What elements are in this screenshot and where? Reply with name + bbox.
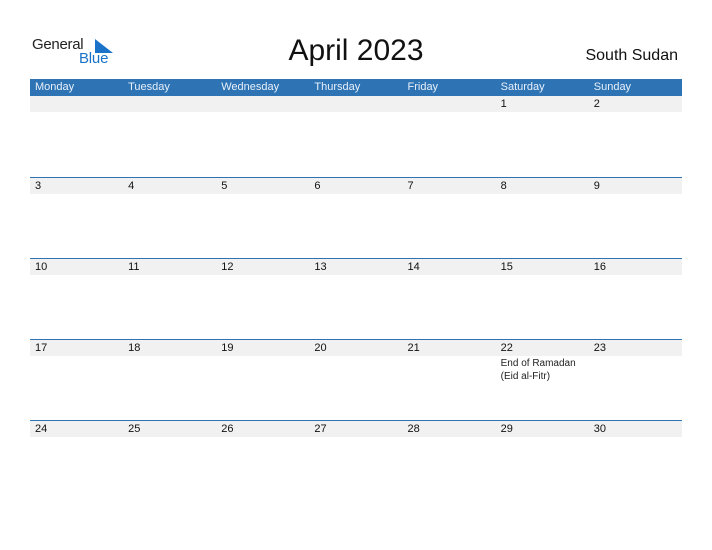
day-number: 30 — [593, 423, 606, 435]
day-cell: 5 — [216, 178, 309, 194]
day-number: 15 — [500, 261, 513, 273]
weekday-tuesday: Tuesday — [128, 81, 170, 93]
day-cell: 28 — [403, 421, 496, 437]
day-cell: 14 — [403, 259, 496, 275]
day-cell: 26 — [216, 421, 309, 437]
calendar-grid: Monday Tuesday Wednesday Thursday Friday… — [30, 79, 682, 501]
day-number: 6 — [314, 180, 321, 192]
day-number: 9 — [593, 180, 600, 192]
weekday-header: Monday Tuesday Wednesday Thursday Friday… — [30, 79, 682, 96]
day-number: 11 — [128, 261, 140, 273]
day-cell: 2 — [589, 96, 682, 112]
day-number: 3 — [35, 180, 42, 192]
week-row: 3 4 5 6 7 8 9 — [30, 177, 682, 258]
day-number: 17 — [35, 342, 48, 354]
date-band: 10 11 12 13 14 15 16 — [30, 259, 682, 275]
day-cell: 1 — [496, 96, 589, 112]
week-row: 10 11 12 13 14 15 16 — [30, 258, 682, 339]
week-row: 17 18 19 20 21 22 End of Ramadan (Eid al-Fitr)… — [30, 339, 682, 420]
week-row: 24 25 26 27 28 29 30 — [30, 420, 682, 501]
day-cell: 11 — [123, 259, 216, 275]
day-cell: 15 — [496, 259, 589, 275]
day-number: 16 — [593, 261, 606, 273]
day-cell: 10 — [30, 259, 123, 275]
day-cell: 8 — [496, 178, 589, 194]
weekday-monday: Monday — [35, 81, 75, 93]
day-cell: 4 — [123, 178, 216, 194]
day-number: 4 — [128, 180, 135, 192]
day-cell — [403, 96, 496, 112]
day-cell: 30 — [589, 421, 682, 437]
day-cell: 16 — [589, 259, 682, 275]
weekday-wednesday: Wednesday — [221, 81, 280, 93]
day-cell — [30, 96, 123, 112]
day-cell — [123, 96, 216, 112]
date-band: 3 4 5 6 7 8 9 — [30, 178, 682, 194]
day-number: 7 — [407, 180, 414, 192]
day-number: 24 — [35, 423, 48, 435]
day-number: 28 — [407, 423, 420, 435]
day-cell: 9 — [589, 178, 682, 194]
date-band: 24 25 26 27 28 29 30 — [30, 421, 682, 437]
day-number: 21 — [407, 342, 420, 354]
day-number: 8 — [500, 180, 507, 192]
weekday-thursday: Thursday — [314, 81, 361, 93]
weekday-saturday: Saturday — [500, 81, 545, 93]
day-number: 5 — [221, 180, 228, 192]
day-number: 1 — [500, 98, 507, 110]
day-cell — [309, 96, 402, 112]
day-number: 27 — [314, 423, 327, 435]
day-cell: 24 — [30, 421, 123, 437]
day-cell: 19 — [216, 340, 309, 356]
week-row: 12 — [30, 96, 682, 177]
day-number: 23 — [593, 342, 606, 354]
day-cell: 20 — [309, 340, 402, 356]
day-number: 18 — [128, 342, 141, 354]
date-band: 17 18 19 20 21 22 End of Ramadan (Eid al-Fitr)… — [30, 340, 682, 382]
day-cell: 23 — [589, 340, 682, 356]
weekday-sunday: Sunday — [593, 81, 632, 93]
day-number: 26 — [221, 423, 234, 435]
holiday-label: End of Ramadan (Eid al-Fitr) — [500, 358, 576, 382]
day-cell: 29 — [496, 421, 589, 437]
day-cell: 7 — [403, 178, 496, 194]
day-cell: 6 — [309, 178, 402, 194]
country-label: South Sudan — [585, 47, 678, 64]
day-number: 29 — [500, 423, 513, 435]
day-cell: 27 — [309, 421, 402, 437]
day-cell: 25 — [123, 421, 216, 437]
day-number: 12 — [221, 261, 234, 273]
day-cell: 18 — [123, 340, 216, 356]
day-number: 13 — [314, 261, 327, 273]
day-cell: 3 — [30, 178, 123, 194]
date-band: 12 — [30, 96, 682, 112]
day-number: 22 — [500, 342, 513, 354]
day-number: 25 — [128, 423, 141, 435]
weekday-friday: Friday — [407, 81, 439, 93]
day-cell — [216, 96, 309, 112]
day-cell: 13 — [309, 259, 402, 275]
day-number: 19 — [221, 342, 234, 354]
day-number: 20 — [314, 342, 327, 354]
day-cell: 17 — [30, 340, 123, 356]
day-cell: 12 — [216, 259, 309, 275]
day-number: 10 — [35, 261, 48, 273]
day-number: 14 — [407, 261, 420, 273]
day-number: 2 — [593, 98, 600, 110]
day-cell: 22 End of Ramadan (Eid al-Fitr) — [496, 340, 589, 382]
day-cell: 21 — [403, 340, 496, 356]
